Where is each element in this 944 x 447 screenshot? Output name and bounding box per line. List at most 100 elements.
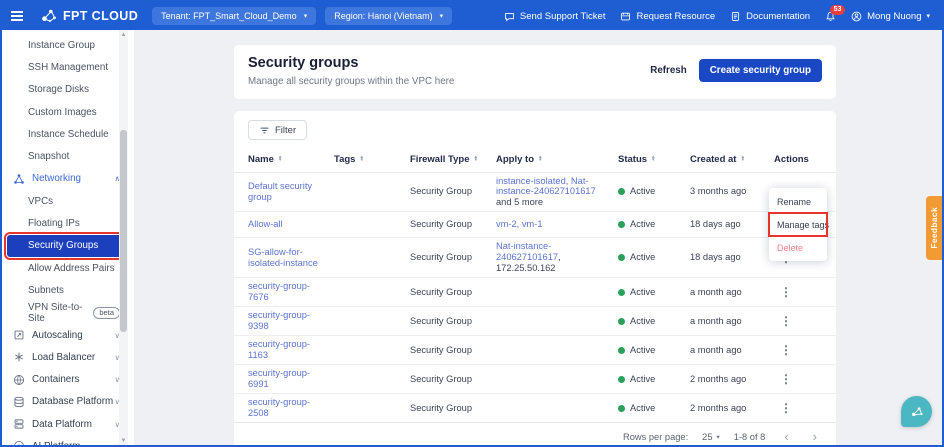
notifications-button[interactable]: 53 [825,4,845,22]
security-group-name-link[interactable]: Allow-all [248,219,283,229]
scroll-up-arrow-icon[interactable]: ▲ [119,30,128,39]
kebab-menu-icon[interactable]: ⋮ [774,343,798,357]
menu-item-delete[interactable]: Delete [769,236,827,259]
sidebar-item-database-platform[interactable]: Database Platform ∨ [2,391,134,413]
chatbot-molecule-icon [911,406,923,416]
tenant-selector[interactable]: Tenant: FPT_Smart_Cloud_Demo ▾ [152,7,317,25]
sort-icon[interactable]: ▲ ▼ [473,154,478,162]
kebab-menu-icon[interactable]: ⋮ [774,285,798,299]
request-resource-link[interactable]: Request Resource [620,11,715,22]
apply-to-cell: Nat-instance-240627101617, 172.25.50.162 [496,241,618,274]
status-cell: Active [618,403,690,414]
firewall-type-cell: Security Group [410,286,473,297]
status-text: Active [630,252,656,263]
security-group-name-link[interactable]: security-group-9398 [248,310,310,331]
table-row: security-group-2508 Security Group Active 2… [234,394,836,422]
load-balancer-icon [13,351,25,363]
status-text: Active [630,186,656,197]
sidebar-item-vpn-site-to-site[interactable]: VPN Site-to-Site beta [2,302,134,324]
sidebar-item-instance-group[interactable]: Instance Group [2,34,134,56]
documentation-link[interactable]: Documentation [730,11,810,22]
user-menu[interactable]: Mong Nuong ▾ [851,11,930,22]
sidebar-item-allow-address-pairs[interactable]: Allow Address Pairs [2,257,134,279]
security-group-name-link[interactable]: SG-allow-for-isolated-instance [248,247,318,268]
create-security-group-button[interactable]: Create security group [698,59,822,82]
apply-to-link[interactable]: vm-2, vm-1 [496,219,543,229]
status-dot [618,404,625,412]
region-selector[interactable]: Region: Hanoi (Vietnam) ▾ [325,7,453,25]
chevron-down-icon: ▾ [926,13,930,20]
sort-icon[interactable]: ▲ ▼ [359,154,364,162]
kebab-menu-icon[interactable]: ⋮ [774,314,798,328]
menu-item-manage-tags[interactable]: Manage tags [768,212,829,237]
next-page-button[interactable]: › [808,430,822,443]
sidebar-item-subnets[interactable]: Subnets [2,279,134,301]
filter-icon [260,127,269,133]
security-group-name-link[interactable]: Default security group [248,181,312,202]
hamburger-menu-icon[interactable] [2,11,32,21]
network-icon [13,173,25,185]
scrollbar-thumb[interactable] [120,130,127,332]
column-header-name[interactable]: Name ▲ ▼ [248,154,334,165]
created-at-cell: a month ago [690,344,742,355]
status-dot [618,317,625,325]
sidebar-item-containers[interactable]: Containers ∨ [2,368,134,390]
sidebar-item-instance-schedule[interactable]: Instance Schedule [2,123,134,145]
send-support-ticket-link[interactable]: Send Support Ticket [504,11,605,22]
created-at-cell: 2 months ago [690,402,747,413]
security-group-name-link[interactable]: security-group-7676 [248,281,310,302]
logo-text: FPT CLOUD [63,9,139,23]
kebab-menu-icon[interactable]: ⋮ [774,401,798,415]
pagination: Rows per page: 25 ▾ 1-8 of 8 ‹ › [234,422,836,445]
sidebar-item-storage-disks[interactable]: Storage Disks [2,79,134,101]
scroll-down-arrow-icon[interactable]: ▼ [119,436,128,445]
sidebar-item-networking[interactable]: Networking ∧ [2,168,134,190]
sort-icon[interactable]: ▲ ▼ [651,154,656,162]
previous-page-button[interactable]: ‹ [779,430,793,443]
column-header-tags[interactable]: Tags ▲ ▼ [334,154,410,165]
sidebar-item-snapshot[interactable]: Snapshot [2,145,134,167]
security-group-name-link[interactable]: security-group-1163 [248,339,310,360]
sort-icon[interactable]: ▲ ▼ [278,154,283,162]
sidebar-item-floating-ips[interactable]: Floating IPs [2,212,134,234]
filter-button[interactable]: Filter [248,120,308,140]
column-header-apply-to[interactable]: Apply to ▲ ▼ [496,154,618,165]
apply-to-link[interactable]: instance-isolated, Nat-instance-24062710… [496,176,596,197]
sidebar-item-load-balancer[interactable]: Load Balancer ∨ [2,346,134,368]
sidebar-item-ssh-management[interactable]: SSH Management [2,56,134,78]
sidebar-item-security-groups[interactable]: Security Groups [4,231,127,261]
column-header-actions: Actions [774,153,809,165]
page-title: Security groups [248,55,359,71]
sort-icon[interactable]: ▲ ▼ [740,154,745,162]
row-actions-context-menu: Rename Manage tags Delete [768,188,829,261]
apply-to-link[interactable]: Nat-instance-240627101617 [496,241,558,262]
sidebar-item-data-platform[interactable]: Data Platform ∨ [2,413,134,435]
sort-icon[interactable]: ▲ ▼ [538,154,543,162]
sidebar-item-ai-platform[interactable]: AI Platform ∨ [2,435,134,445]
sidebar-item-custom-images[interactable]: Custom Images [2,101,134,123]
feedback-tab[interactable]: Feedback [926,196,942,260]
sidebar-scrollbar[interactable]: ▲ ▼ [119,30,128,445]
menu-item-rename[interactable]: Rename [769,190,827,213]
kebab-menu-icon[interactable]: ⋮ [774,372,798,386]
chatbot-button[interactable] [901,396,932,427]
status-text: Active [630,286,656,297]
page-header-card: Security groups Manage all security grou… [234,45,836,99]
molecule-logo-icon [42,9,56,23]
security-group-name-link[interactable]: security-group-2508 [248,397,310,418]
sidebar-nav: Instance Group SSH Management Storage Disk… [2,30,134,445]
firewall-type-cell: Security Group [410,373,473,384]
refresh-button[interactable]: Refresh [650,65,686,76]
sidebar-item-vpcs[interactable]: VPCs [2,190,134,212]
security-group-name-link[interactable]: security-group-6991 [248,368,310,389]
sidebar-item-autoscaling[interactable]: Autoscaling ∨ [2,324,134,346]
rows-per-page-select[interactable]: 25 ▾ [702,432,720,442]
status-text: Active [630,344,656,355]
autoscaling-icon [13,329,25,341]
page-range: 1-8 of 8 [733,431,766,442]
topbar: FPT CLOUD Tenant: FPT_Smart_Cloud_Demo ▾… [2,2,942,30]
column-header-created-at[interactable]: Created at ▲ ▼ [690,154,774,165]
column-header-firewall-type[interactable]: Firewall Type ▲ ▼ [410,154,496,165]
column-header-status[interactable]: Status ▲ ▼ [618,154,690,165]
table-row: security-group-7676 Security Group Active a… [234,278,836,308]
